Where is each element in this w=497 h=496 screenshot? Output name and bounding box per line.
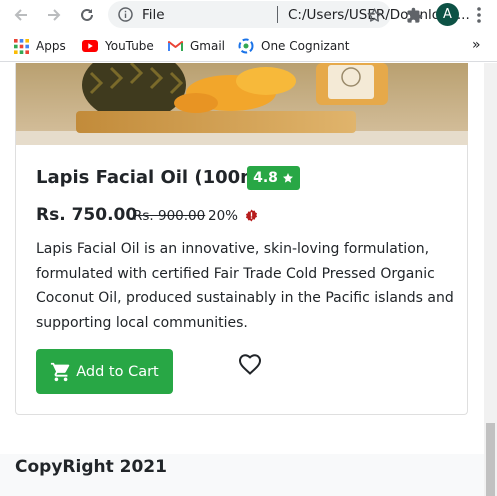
vertical-scrollbar[interactable]: [484, 63, 497, 496]
omnibox-divider: [277, 6, 278, 23]
bookmarks-overflow-chevron[interactable]: »: [472, 37, 481, 53]
shopping-cart-icon: [51, 362, 70, 381]
reload-button[interactable]: [75, 3, 99, 27]
more-vertical-icon: [477, 7, 481, 23]
extensions-button[interactable]: [402, 3, 426, 27]
product-card: Lapis Facial Oil (100ml) 4.8 Rs. 750.00 …: [15, 63, 468, 415]
bookmark-gmail[interactable]: Gmail: [168, 38, 225, 54]
forward-arrow-icon: [48, 9, 61, 21]
forward-button[interactable]: [42, 3, 66, 27]
reload-icon: [81, 8, 93, 21]
discount-badge-icon: [245, 209, 258, 222]
bookmark-label: YouTube: [105, 39, 154, 53]
scheme-label: File: [142, 7, 165, 23]
browser-menu-button[interactable]: [467, 3, 491, 27]
product-description: Lapis Facial Oil is an innovative, skin-…: [36, 241, 454, 331]
gmail-icon: [168, 41, 183, 51]
cognizant-icon: [238, 38, 254, 54]
product-title: Lapis Facial Oil (100ml): [36, 167, 274, 188]
rating-badge: 4.8: [247, 166, 300, 190]
wishlist-heart-icon[interactable]: [238, 353, 262, 375]
profile-avatar[interactable]: A: [436, 3, 459, 26]
add-to-cart-button[interactable]: Add to Cart: [36, 349, 173, 394]
page-footer: CopyRight 2021: [0, 454, 484, 496]
rating-value: 4.8: [253, 170, 278, 186]
bookmark-apps[interactable]: Apps: [14, 38, 66, 54]
back-arrow-icon: [14, 9, 27, 21]
youtube-icon: [82, 40, 98, 52]
address-bar[interactable]: File C:/Users/USER/Download...: [108, 1, 470, 28]
current-price: Rs. 750.00: [36, 205, 138, 225]
original-price: Rs. 900.00: [133, 208, 206, 224]
bookmark-one-cognizant[interactable]: One Cognizant: [238, 38, 350, 54]
bookmarks-bar: Apps YouTube Gmail One Cognizant »: [0, 30, 497, 62]
browser-toolbar: File C:/Users/USER/Download... A: [0, 0, 497, 30]
info-icon: [118, 7, 133, 22]
add-to-cart-label: Add to Cart: [76, 363, 159, 380]
star-outline-icon: [367, 7, 381, 22]
bookmark-star-button[interactable]: [362, 3, 386, 27]
bookmark-label: One Cognizant: [261, 39, 350, 53]
product-image: [16, 63, 468, 145]
bookmark-label: Gmail: [190, 39, 226, 53]
discount-percent: 20%: [208, 208, 239, 224]
copyright-text: CopyRight 2021: [15, 457, 167, 477]
bookmark-label: Apps: [36, 39, 66, 53]
puzzle-icon: [406, 7, 422, 23]
back-button[interactable]: [9, 3, 33, 27]
page-viewport: Lapis Facial Oil (100ml) 4.8 Rs. 750.00 …: [0, 63, 497, 496]
bookmark-youtube[interactable]: YouTube: [82, 38, 154, 54]
apps-grid-icon: [14, 38, 29, 54]
star-filled-icon: [282, 173, 293, 183]
scrollbar-thumb[interactable]: [486, 423, 495, 496]
